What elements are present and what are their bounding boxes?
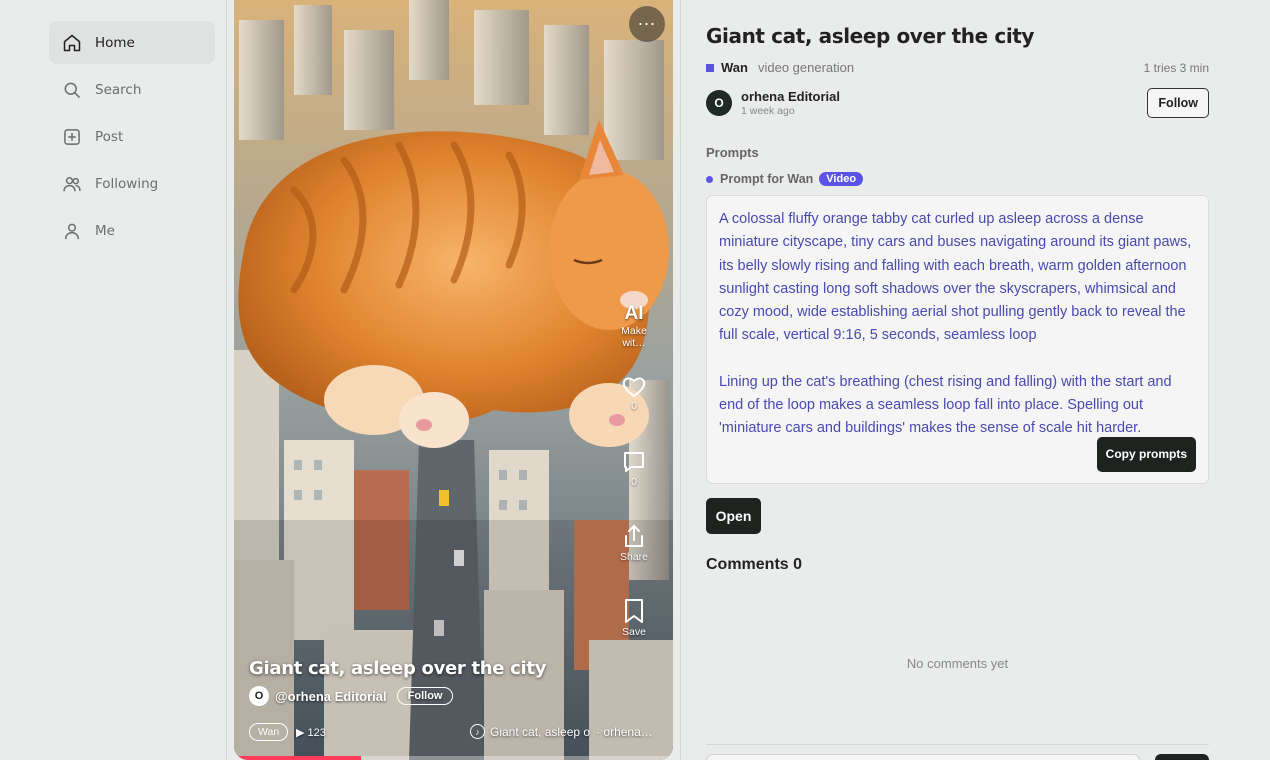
user-icon: [65, 223, 79, 239]
sidebar-item-label: Home: [95, 34, 135, 51]
heart-icon: [622, 377, 646, 398]
like-button[interactable]: 0: [609, 376, 659, 412]
users-icon: [63, 176, 81, 191]
video-badge: Video: [819, 172, 864, 186]
sidebar-item-label: Search: [95, 81, 142, 98]
more-options-button[interactable]: ⋯: [629, 6, 665, 42]
sidebar-item-me[interactable]: Me: [49, 209, 215, 252]
video-frame: [234, 0, 673, 760]
music-disc-icon: ♪: [470, 724, 485, 739]
make-with-label: Make wit…: [621, 325, 647, 349]
bookmark-icon: [625, 599, 643, 623]
music-author: · orhena…: [596, 724, 653, 739]
music-info[interactable]: ♪ Giant cat, asleep o · orhena…: [470, 724, 660, 739]
open-button[interactable]: Open: [706, 498, 761, 534]
play-count: ▶ 123: [296, 727, 326, 739]
sidebar-item-label: Post: [95, 128, 124, 145]
model-row: Wan video generation 1 tries 3 min: [706, 60, 1209, 75]
sidebar-item-home[interactable]: Home: [49, 21, 215, 64]
prompts-heading: Prompts: [706, 145, 759, 160]
progress-fill: [234, 756, 362, 760]
follow-button[interactable]: Follow: [1147, 88, 1209, 118]
detail-panel: Giant cat, asleep over the city Wan vide…: [680, 0, 1270, 760]
share-label: Share: [619, 551, 649, 563]
copy-prompts-button[interactable]: Copy prompts: [1096, 436, 1196, 472]
comment-input[interactable]: [706, 754, 1140, 760]
author-handle[interactable]: @orhena Editorial: [275, 689, 387, 704]
empty-comments-message: No comments yet: [906, 656, 1009, 671]
like-count: 0: [631, 400, 637, 412]
tries-meta: 1 tries 3 min: [1143, 60, 1209, 75]
ai-icon: AI: [624, 303, 644, 324]
avatar[interactable]: O: [706, 90, 732, 116]
plus-square-icon: [64, 128, 80, 145]
model-tag[interactable]: Wan: [249, 723, 289, 741]
author-name[interactable]: orhena Editorial: [741, 89, 840, 104]
video-title: Giant cat, asleep over the city: [249, 658, 547, 679]
model-name[interactable]: Wan: [721, 60, 748, 75]
save-label: Save: [622, 626, 646, 638]
sidebar-item-following[interactable]: Following: [49, 162, 215, 205]
sidebar-item-search[interactable]: Search: [49, 68, 215, 111]
page-title: Giant cat, asleep over the city: [706, 24, 1035, 48]
share-icon: [625, 524, 643, 547]
progress-bar[interactable]: [234, 756, 673, 760]
comment-count: 0: [631, 476, 637, 488]
send-comment-button[interactable]: [1155, 754, 1209, 760]
sidebar-item-label: Following: [95, 175, 159, 192]
comment-button[interactable]: 0: [609, 450, 659, 488]
home-icon: [63, 34, 81, 51]
sidebar: Home Search Post Following Me: [0, 0, 227, 760]
model-color-icon: [706, 63, 714, 72]
share-button[interactable]: Share: [609, 523, 659, 563]
prompt-tip: Lining up the cat's breathing (chest ris…: [719, 373, 1172, 437]
divider: [706, 744, 1209, 745]
comment-icon: [624, 452, 644, 472]
bullet-icon: [706, 175, 713, 183]
comments-heading: Comments 0: [706, 556, 803, 573]
video-author: O @orhena Editorial Follow: [249, 686, 454, 706]
make-with-ai-button[interactable]: AI Make wit…: [609, 303, 659, 349]
model-type: video generation: [757, 60, 855, 75]
prompt-for-label: Prompt for Wan: [720, 172, 814, 186]
music-title: Giant cat, asleep o: [490, 724, 591, 739]
prompt-box: A colossal fluffy orange tabby cat curle…: [706, 195, 1209, 484]
search-icon: [64, 82, 80, 98]
prompt-text: A colossal fluffy orange tabby cat curle…: [719, 211, 1192, 344]
sidebar-item-label: Me: [95, 222, 115, 239]
save-button[interactable]: Save: [609, 598, 659, 638]
author-row: O orhena Editorial 1 week ago Follow: [706, 88, 1209, 118]
avatar[interactable]: O: [249, 686, 269, 706]
sidebar-item-post[interactable]: Post: [49, 115, 215, 158]
prompt-header: Prompt for Wan Video: [706, 172, 864, 186]
video-follow-button[interactable]: Follow: [396, 687, 454, 705]
post-time: 1 week ago: [741, 105, 795, 117]
video-player[interactable]: ⋯ AI Make wit… 0 0 Share Save Giant cat,…: [234, 0, 673, 760]
